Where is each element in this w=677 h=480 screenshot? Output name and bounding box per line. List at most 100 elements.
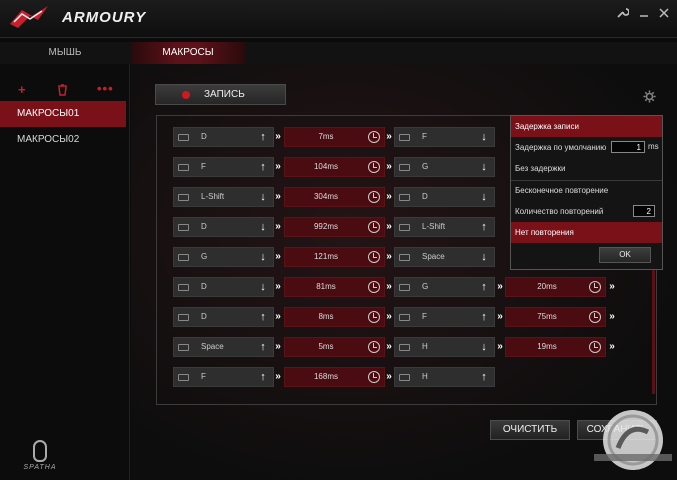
close-icon[interactable] — [656, 6, 672, 22]
key-event[interactable]: D ↑ — [173, 307, 274, 327]
key-event[interactable]: G ↓ — [394, 157, 495, 177]
trash-icon[interactable] — [57, 84, 68, 99]
delay-event[interactable]: 304ms — [284, 187, 385, 207]
chevron-right-icon: » — [497, 281, 503, 292]
delay-value: 104ms — [313, 162, 338, 171]
key-event[interactable]: D ↓ — [173, 217, 274, 237]
keyboard-icon — [178, 314, 189, 321]
delay-event[interactable]: 7ms — [284, 127, 385, 147]
key-event[interactable]: L-Shift ↑ — [394, 217, 495, 237]
record-label: ЗАПИСЬ — [204, 89, 245, 100]
plus-icon[interactable]: + — [18, 82, 26, 97]
infinite-repeat-option[interactable]: Бесконечное повторение — [511, 180, 662, 201]
sidebar-item-macros02[interactable]: МАКРОСЫ02 — [0, 127, 126, 153]
delay-event[interactable]: 8ms — [284, 307, 385, 327]
ok-button[interactable]: OK — [599, 247, 651, 263]
key-event[interactable]: D ↓ — [173, 277, 274, 297]
keyboard-icon — [178, 284, 189, 291]
key-name: H — [422, 372, 428, 381]
keyboard-icon — [399, 224, 410, 231]
delay-event[interactable]: 121ms — [284, 247, 385, 267]
key-name: G — [422, 162, 429, 171]
key-name: D — [422, 192, 428, 201]
delay-value: 992ms — [313, 222, 338, 231]
key-event[interactable]: F ↑ — [173, 367, 274, 387]
key-name: F — [201, 162, 206, 171]
chevron-right-icon: » — [275, 371, 281, 382]
arrow-up-icon: ↑ — [260, 161, 266, 173]
wrench-icon[interactable] — [614, 6, 630, 22]
key-event[interactable]: Space ↓ — [394, 247, 495, 267]
key-event[interactable]: H ↑ — [394, 367, 495, 387]
record-delay-option[interactable]: Задержка записи — [511, 116, 662, 137]
sidebar-item-macros01[interactable]: МАКРОСЫ01 — [0, 101, 126, 127]
delay-event[interactable]: 992ms — [284, 217, 385, 237]
chevron-right-icon: » — [275, 341, 281, 352]
delay-event[interactable]: 81ms — [284, 277, 385, 297]
delay-value: 121ms — [313, 252, 338, 261]
more-dots-icon[interactable]: ••• — [97, 81, 114, 96]
key-name: D — [201, 312, 207, 321]
key-event[interactable]: Space ↑ — [173, 337, 274, 357]
chevron-right-icon: » — [275, 191, 281, 202]
key-event[interactable]: F ↓ — [394, 127, 495, 147]
chevron-right-icon: » — [275, 221, 281, 232]
key-event[interactable]: F ↑ — [173, 157, 274, 177]
delay-value: 20ms — [537, 282, 557, 291]
keyboard-icon — [399, 374, 410, 381]
rog-logo — [10, 6, 48, 28]
device-indicator: SPATHA — [14, 440, 66, 478]
delay-value: 168ms — [313, 372, 338, 381]
default-delay-input[interactable]: 1 — [611, 141, 645, 153]
key-event[interactable]: G ↑ — [394, 277, 495, 297]
arrow-down-icon: ↓ — [481, 191, 487, 203]
clock-icon — [368, 311, 380, 323]
delay-event[interactable]: 104ms — [284, 157, 385, 177]
chevron-right-icon: » — [386, 191, 392, 202]
tab-bar: МЫШЬ МАКРОСЫ — [0, 42, 677, 64]
key-event[interactable]: L-Shift ↓ — [173, 187, 274, 207]
no-delay-option[interactable]: Без задержки — [511, 158, 662, 179]
key-event[interactable]: H ↓ — [394, 337, 495, 357]
tab-mouse[interactable]: МЫШЬ — [0, 42, 130, 64]
watermark-logo — [594, 410, 672, 470]
chevron-right-icon: » — [386, 311, 392, 322]
no-repeat-option[interactable]: Нет повторения — [511, 222, 662, 243]
delay-event[interactable]: 19ms — [505, 337, 606, 357]
chevron-right-icon: » — [386, 221, 392, 232]
arrow-up-icon: ↑ — [481, 221, 487, 233]
key-event[interactable]: D ↓ — [394, 187, 495, 207]
key-name: F — [201, 372, 206, 381]
arrow-up-icon: ↑ — [260, 371, 266, 383]
key-name: F — [422, 312, 427, 321]
delay-value: 8ms — [318, 312, 334, 321]
title-bar: ARMOURY — [0, 0, 677, 38]
chevron-right-icon: » — [497, 341, 503, 352]
chevron-right-icon: » — [609, 341, 615, 352]
arrow-down-icon: ↓ — [260, 281, 266, 293]
key-event[interactable]: F ↑ — [394, 307, 495, 327]
gear-icon[interactable] — [643, 90, 656, 106]
key-name: G — [422, 282, 429, 291]
delay-event[interactable]: 75ms — [505, 307, 606, 327]
mouse-icon — [33, 440, 47, 462]
delay-event[interactable]: 168ms — [284, 367, 385, 387]
delay-event[interactable]: 5ms — [284, 337, 385, 357]
tab-macros[interactable]: МАКРОСЫ — [131, 42, 245, 64]
keyboard-icon — [399, 164, 410, 171]
minimize-icon[interactable] — [636, 6, 652, 22]
key-event[interactable]: D ↑ — [173, 127, 274, 147]
record-button[interactable]: ЗАПИСЬ — [155, 84, 286, 105]
arrow-down-icon: ↓ — [481, 341, 487, 353]
key-event[interactable]: G ↓ — [173, 247, 274, 267]
arrow-down-icon: ↓ — [260, 221, 266, 233]
clear-button[interactable]: ОЧИСТИТЬ — [490, 420, 570, 440]
chevron-right-icon: » — [497, 311, 503, 322]
arrow-up-icon: ↑ — [481, 281, 487, 293]
keyboard-icon — [399, 284, 410, 291]
key-name: Space — [422, 252, 445, 261]
arrow-down-icon: ↓ — [481, 251, 487, 263]
repeat-count-input[interactable]: 2 — [633, 205, 655, 217]
delay-event[interactable]: 20ms — [505, 277, 606, 297]
clock-icon — [589, 281, 601, 293]
